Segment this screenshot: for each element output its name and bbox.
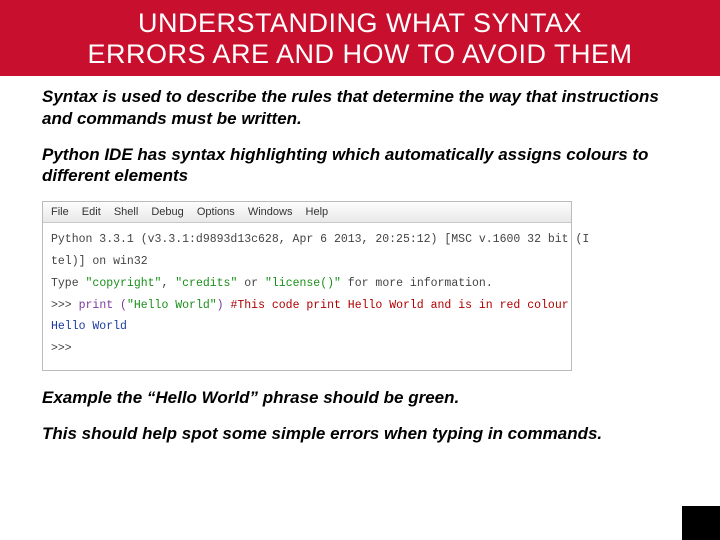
ide-paren: ): [217, 299, 231, 312]
slide-title: UNDERSTANDING WHAT SYNTAX ERRORS ARE AND…: [0, 0, 720, 76]
ide-output-line: Hello World: [51, 316, 563, 338]
title-line-1: UNDERSTANDING WHAT SYNTAX: [12, 8, 708, 39]
menu-help[interactable]: Help: [306, 206, 329, 218]
ide-comment: #This code print Hello World and is in r…: [230, 299, 568, 312]
ide-output: Python 3.3.1 (v3.3.1:d9893d13c628, Apr 6…: [43, 223, 571, 370]
menu-windows[interactable]: Windows: [248, 206, 293, 218]
ide-paren: (: [120, 299, 127, 312]
paragraph-ide-highlight: Python IDE has syntax highlighting which…: [42, 144, 688, 188]
ide-code-line: >>> print ("Hello World") #This code pri…: [51, 295, 563, 317]
menu-shell[interactable]: Shell: [114, 206, 138, 218]
paragraph-example: Example the “Hello World” phrase should …: [42, 387, 688, 409]
menu-options[interactable]: Options: [197, 206, 235, 218]
ide-text: Type: [51, 277, 86, 290]
menu-debug[interactable]: Debug: [151, 206, 183, 218]
ide-string: "credits": [175, 277, 237, 290]
ide-text: ,: [161, 277, 175, 290]
ide-banner-3: Type "copyright", "credits" or "license(…: [51, 273, 563, 295]
ide-banner-2: tel)] on win32: [51, 251, 563, 273]
ide-string: "license()": [265, 277, 341, 290]
title-line-2: ERRORS ARE AND HOW TO AVOID THEM: [12, 39, 708, 70]
ide-text: for more information.: [341, 277, 493, 290]
menu-edit[interactable]: Edit: [82, 206, 101, 218]
ide-string: "copyright": [86, 277, 162, 290]
ide-string: "Hello World": [127, 299, 217, 312]
ide-keyword-print: print: [79, 299, 120, 312]
paragraph-help-spot: This should help spot some simple errors…: [42, 423, 688, 445]
menu-file[interactable]: File: [51, 206, 69, 218]
paragraph-syntax-def: Syntax is used to describe the rules tha…: [42, 86, 688, 130]
ide-banner-1: Python 3.3.1 (v3.3.1:d9893d13c628, Apr 6…: [51, 229, 563, 251]
ide-menubar: File Edit Shell Debug Options Windows He…: [43, 202, 571, 223]
ide-prompt-empty: >>>: [51, 338, 563, 360]
corner-decoration: [682, 506, 720, 540]
ide-screenshot: File Edit Shell Debug Options Windows He…: [42, 201, 572, 371]
ide-prompt: >>>: [51, 299, 79, 312]
ide-text: or: [237, 277, 265, 290]
slide-body: Syntax is used to describe the rules tha…: [0, 76, 720, 469]
